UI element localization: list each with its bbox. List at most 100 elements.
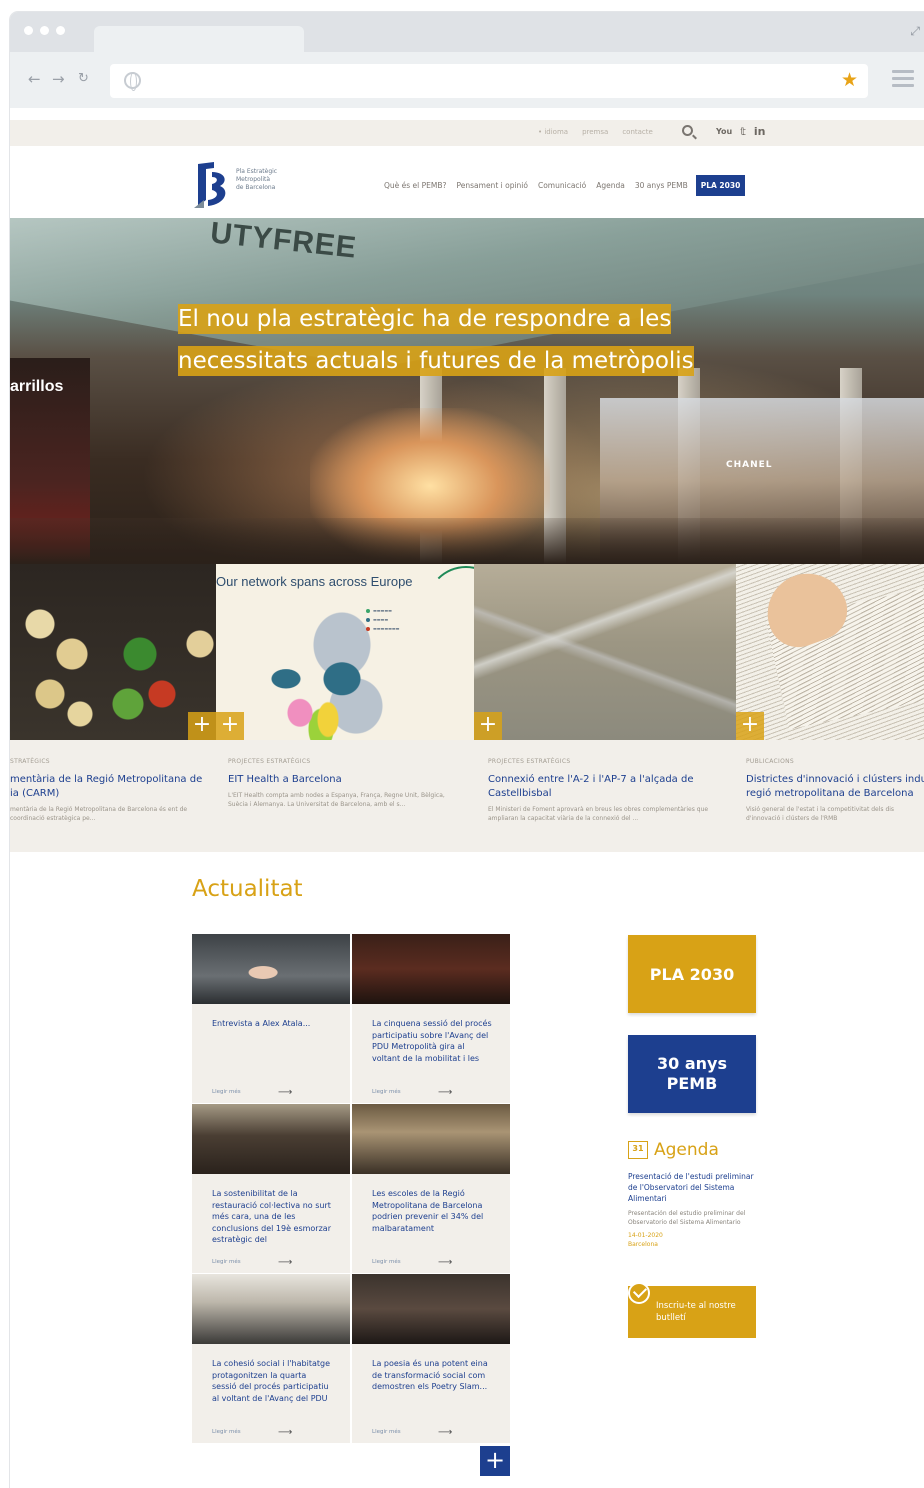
hero-floor <box>10 518 924 564</box>
news-title[interactable]: La cinquena sessió del procés participat… <box>352 1004 510 1082</box>
news-photo[interactable] <box>352 1104 510 1174</box>
nav-agenda[interactable]: Agenda <box>596 181 625 190</box>
newsletter-label: Inscriu-te al nostre butlletí <box>656 1301 736 1323</box>
hero-title-line-1: El nou pla estratègic ha de respondre a … <box>178 304 672 334</box>
tile-image-food[interactable]: + <box>10 564 216 740</box>
hero-sign-chanel: CHANEL <box>726 460 773 470</box>
news-photo[interactable] <box>352 1274 510 1344</box>
browser-tab[interactable] <box>94 26 304 52</box>
press-link[interactable]: premsa <box>582 128 608 136</box>
back-icon[interactable]: ← <box>28 70 41 88</box>
twitter-icon[interactable]: 𝕥 <box>740 125 746 138</box>
tile-title[interactable]: mentària de la Regió Metropolitana de <box>10 773 210 787</box>
hero-banner[interactable]: UTYFREE arrillos CHANEL El nou pla estra… <box>10 218 924 564</box>
more-news-button[interactable]: + <box>480 1446 510 1476</box>
plus-icon[interactable]: + <box>188 712 216 740</box>
site-header: Pla Estratègic Metropolità de Barcelona … <box>10 146 924 218</box>
mail-icon <box>628 1282 650 1304</box>
reload-icon[interactable]: ↻ <box>78 71 89 86</box>
nav-thought-opinion[interactable]: Pensament i opinió <box>457 181 528 190</box>
tile-caption[interactable]: STRATÈGICS mentària de la Regió Metropol… <box>10 758 210 823</box>
bookmark-star-icon[interactable]: ★ <box>841 69 858 91</box>
window-controls <box>24 26 65 35</box>
linkedin-icon[interactable]: in <box>754 125 766 138</box>
read-more-link[interactable]: Llegir més <box>372 1429 401 1435</box>
logo-line: de Barcelona <box>236 184 276 191</box>
news-photo[interactable] <box>192 934 350 1004</box>
tile-title[interactable]: ia (CARM) <box>10 787 210 801</box>
utility-links: • idioma premsa contacte <box>538 128 653 136</box>
30-anys-button[interactable]: 30 anys PEMB <box>628 1035 756 1113</box>
news-title[interactable]: La sostenibilitat de la restauració col·… <box>192 1174 350 1252</box>
arrow-right-icon[interactable]: ⟶ <box>278 1257 292 1268</box>
agenda-event-title[interactable]: Presentació de l'estudi preliminar de l'… <box>628 1171 758 1204</box>
address-bar[interactable]: ★ <box>110 64 868 98</box>
agenda-title[interactable]: Agenda <box>654 1140 719 1160</box>
pla-2030-button[interactable]: PLA 2030 <box>628 935 756 1013</box>
tile-image-highway[interactable]: + <box>474 564 736 740</box>
plus-icon[interactable]: + <box>216 712 244 740</box>
tile-title[interactable]: Districtes d'innovació i clústers indus <box>746 773 924 787</box>
read-more-link[interactable]: Llegir més <box>372 1259 401 1265</box>
news-card[interactable]: La cinquena sessió del procés participat… <box>352 934 510 1103</box>
news-photo[interactable] <box>352 934 510 1004</box>
tile-image-papers[interactable]: + <box>736 564 924 740</box>
arrow-right-icon[interactable]: ⟶ <box>438 1257 452 1268</box>
tile-captions: STRATÈGICS mentària de la Regió Metropol… <box>10 740 924 852</box>
tile-kicker: PROJECTES ESTRATÈGICS <box>228 758 311 765</box>
plus-icon[interactable]: + <box>474 712 502 740</box>
youtube-icon[interactable]: You <box>716 125 732 138</box>
tile-image-network-map[interactable]: Our network spans across Europe ▬▬▬▬▬ ▬▬… <box>216 564 474 740</box>
nav-what-is-pemb[interactable]: Què és el PEMB? <box>384 181 447 190</box>
read-more-link[interactable]: Llegir més <box>212 1259 241 1265</box>
maximize-window-button[interactable] <box>56 26 65 35</box>
network-title: Our network spans across Europe <box>216 574 413 589</box>
news-grid: Entrevista a Alex Atala... Llegir més ⟶ … <box>192 934 510 1443</box>
tile-caption[interactable]: PUBLICACIONS Districtes d'innovació i cl… <box>746 758 924 823</box>
arrow-right-icon[interactable]: ⟶ <box>438 1427 452 1438</box>
news-title[interactable]: La poesia és una potent eina de transfor… <box>352 1344 510 1422</box>
news-card[interactable]: La poesia és una potent eina de transfor… <box>352 1274 510 1443</box>
read-more-link[interactable]: Llegir més <box>212 1089 241 1095</box>
news-photo[interactable] <box>192 1104 350 1174</box>
tile-title[interactable]: EIT Health a Barcelona <box>228 773 464 787</box>
tile-caption[interactable]: PROJECTES ESTRATÈGICS EIT Health a Barce… <box>228 758 464 809</box>
arrow-right-icon[interactable]: ⟶ <box>438 1087 452 1098</box>
search-icon[interactable] <box>682 125 693 136</box>
tile-title[interactable]: regió metropolitana de Barcelona <box>746 787 924 801</box>
page-viewport: • idioma premsa contacte You 𝕥 in Pla Es… <box>10 108 924 1488</box>
nav-30-years[interactable]: 30 anys PEMB <box>635 181 688 190</box>
agenda-header: 31 Agenda <box>628 1140 719 1160</box>
language-link[interactable]: • idioma <box>538 128 568 136</box>
arrow-right-icon[interactable]: ⟶ <box>278 1427 292 1438</box>
news-card[interactable]: La sostenibilitat de la restauració col·… <box>192 1104 350 1273</box>
tile-title[interactable]: Castellbisbal <box>488 787 718 801</box>
tile-title[interactable]: Connexió entre l'A-2 i l'AP-7 a l'alçada… <box>488 773 718 787</box>
news-card[interactable]: La cohesió social i l'habitatge protagon… <box>192 1274 350 1443</box>
plus-icon[interactable]: + <box>736 712 764 740</box>
arrow-right-icon[interactable]: ⟶ <box>278 1087 292 1098</box>
address-row: ← → ↻ ★ <box>10 52 924 108</box>
browser-menu-icon[interactable] <box>892 70 914 91</box>
news-title[interactable]: Les escoles de la Regió Metropolitana de… <box>352 1174 510 1252</box>
news-title[interactable]: La cohesió social i l'habitatge protagon… <box>192 1344 350 1422</box>
minimize-window-button[interactable] <box>40 26 49 35</box>
read-more-link[interactable]: Llegir més <box>372 1089 401 1095</box>
contact-link[interactable]: contacte <box>622 128 653 136</box>
nav-communication[interactable]: Comunicació <box>538 181 586 190</box>
forward-icon[interactable]: → <box>52 70 65 88</box>
news-card[interactable]: Les escoles de la Regió Metropolitana de… <box>352 1104 510 1273</box>
newsletter-button[interactable]: Inscriu-te al nostre butlletí <box>628 1282 756 1338</box>
news-photo[interactable] <box>192 1274 350 1344</box>
read-more-link[interactable]: Llegir més <box>212 1429 241 1435</box>
news-title[interactable]: Entrevista a Alex Atala... <box>192 1004 350 1082</box>
nav-pla-2030[interactable]: PLA 2030 <box>695 175 746 196</box>
utility-bar: • idioma premsa contacte You 𝕥 in <box>10 120 924 146</box>
pemb-logo[interactable] <box>192 160 232 210</box>
30-anys-line-1: 30 anys <box>657 1054 727 1073</box>
fullscreen-icon[interactable]: ⤢ <box>910 24 920 39</box>
close-window-button[interactable] <box>24 26 33 35</box>
tile-caption[interactable]: PROJECTES ESTRATÈGICS Connexió entre l'A… <box>488 758 718 823</box>
legend-item: ▬▬▬▬▬▬▬ <box>366 624 399 633</box>
news-card[interactable]: Entrevista a Alex Atala... Llegir més ⟶ <box>192 934 350 1103</box>
